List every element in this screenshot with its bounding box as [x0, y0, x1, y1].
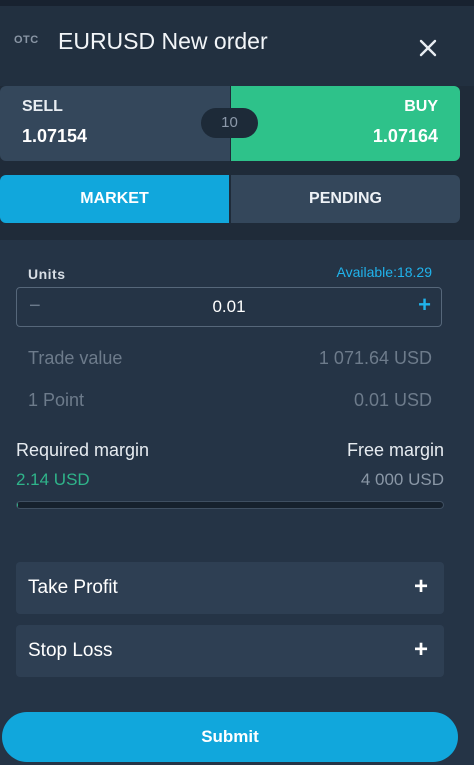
page-title: EURUSD New order: [58, 28, 268, 54]
close-icon[interactable]: [414, 34, 442, 62]
stop-loss-toggle[interactable]: Stop Loss +: [16, 625, 444, 677]
buy-button[interactable]: BUY 1.07164: [231, 86, 460, 161]
plus-icon: +: [413, 573, 428, 600]
required-margin-label: Required margin: [16, 440, 150, 460]
spread-badge: 10: [201, 108, 258, 138]
stop-loss-label: Stop Loss: [28, 640, 113, 661]
price-selector: SELL 1.07154 BUY 1.07164 10: [0, 86, 474, 162]
free-margin-label: Free margin: [346, 440, 444, 460]
sell-price: 1.07154: [22, 126, 88, 146]
sell-label: SELL: [22, 98, 63, 115]
sell-button[interactable]: SELL 1.07154: [0, 86, 230, 161]
trade-value-label: Trade value: [28, 348, 123, 368]
order-panel: Units Available:18.29 − 0.01 + Trade val…: [0, 240, 474, 765]
otc-badge: OTC: [14, 34, 39, 46]
tab-pending[interactable]: PENDING: [231, 175, 460, 223]
submit-button[interactable]: Submit: [2, 712, 458, 762]
increment-button[interactable]: +: [418, 292, 431, 318]
units-input[interactable]: 0.01: [17, 297, 441, 317]
buy-label: BUY: [404, 98, 438, 115]
point-value: 0.01 USD: [353, 390, 432, 410]
order-type-tabs: MARKET PENDING: [0, 175, 474, 223]
order-header: OTC EURUSD New order: [0, 6, 474, 86]
units-label: Units: [28, 266, 66, 282]
buy-price: 1.07164: [372, 126, 438, 146]
trade-value: 1 071.64 USD: [318, 348, 432, 368]
free-margin-value: 4 000 USD: [360, 470, 444, 489]
plus-icon: +: [413, 636, 428, 663]
tab-market[interactable]: MARKET: [0, 175, 229, 223]
units-stepper[interactable]: − 0.01 +: [16, 287, 442, 327]
margin-usage-bar: [16, 501, 444, 509]
take-profit-toggle[interactable]: Take Profit +: [16, 562, 444, 614]
required-margin-value: 2.14 USD: [16, 470, 90, 489]
take-profit-label: Take Profit: [28, 577, 118, 598]
available-units: Available:18.29: [336, 264, 432, 280]
point-value-label: 1 Point: [28, 390, 85, 410]
